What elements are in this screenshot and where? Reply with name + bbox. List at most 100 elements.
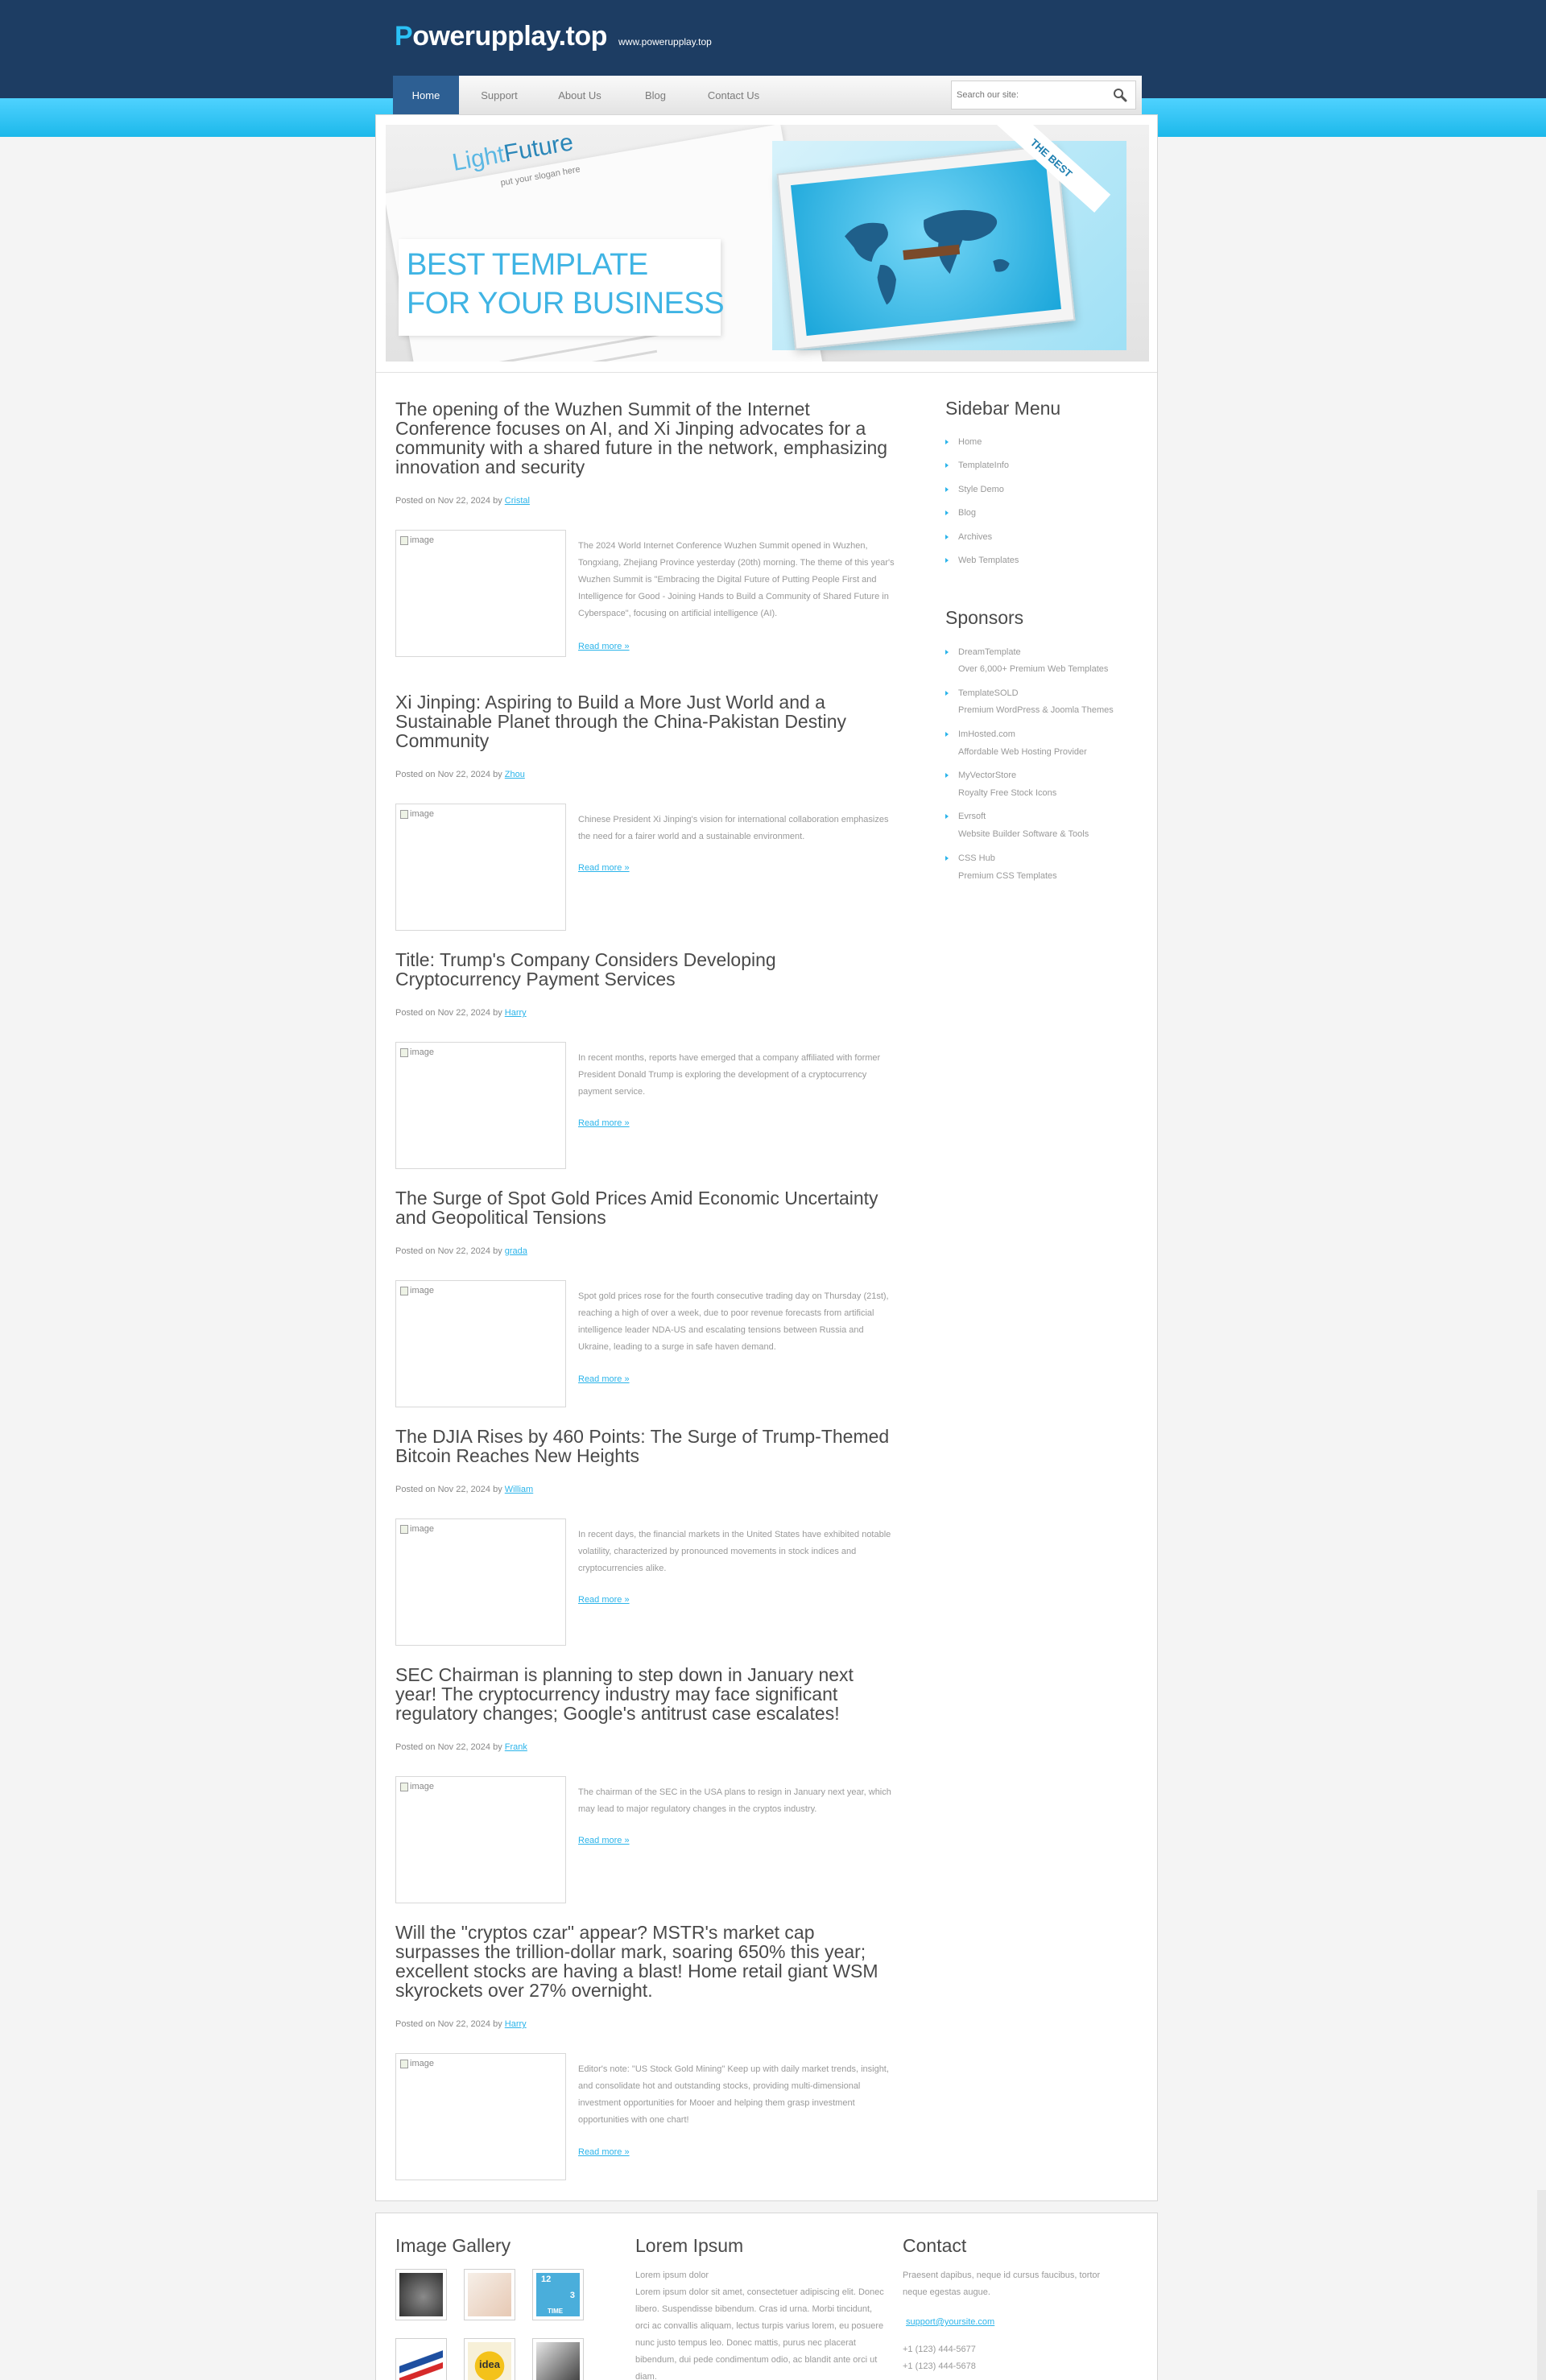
post-image[interactable]: image bbox=[395, 1776, 566, 1903]
post-meta: Posted on Nov 22, 2024 by William bbox=[395, 1485, 534, 1494]
post-image[interactable]: image bbox=[395, 1518, 566, 1646]
broken-image-icon: image bbox=[400, 535, 434, 545]
gallery-thumb[interactable] bbox=[464, 2269, 515, 2320]
post-title[interactable]: Will the "cryptos czar" appear? MSTR's m… bbox=[395, 1923, 895, 2000]
search-box bbox=[951, 81, 1136, 109]
post-meta: Posted on Nov 22, 2024 by Harry bbox=[395, 2019, 527, 2029]
read-more-link[interactable]: Read more » bbox=[578, 642, 630, 651]
contact-text: Praesent dapibus, neque id cursus faucib… bbox=[903, 2271, 1101, 2297]
post-title[interactable]: SEC Chairman is planning to step down in… bbox=[395, 1665, 895, 1723]
read-more-link[interactable]: Read more » bbox=[578, 2147, 630, 2157]
sidebar-item-home[interactable]: Home bbox=[945, 437, 982, 447]
read-more-link[interactable]: Read more » bbox=[578, 863, 630, 873]
sidebar-menu-title: Sidebar Menu bbox=[945, 398, 1061, 419]
logo-text: owerupplay.top bbox=[412, 21, 607, 52]
post-excerpt: In recent days, the financial markets in… bbox=[578, 1530, 891, 1573]
sponsor-description: Over 6,000+ Premium Web Templates bbox=[958, 664, 1109, 674]
post-author-link[interactable]: grada bbox=[505, 1246, 527, 1256]
read-more-link[interactable]: Read more » bbox=[578, 1118, 630, 1128]
bullet-arrow-icon bbox=[945, 773, 949, 778]
search-input[interactable] bbox=[952, 83, 1103, 107]
post-title[interactable]: The opening of the Wuzhen Summit of the … bbox=[395, 399, 895, 477]
post-excerpt: Spot gold prices rose for the fourth con… bbox=[578, 1291, 889, 1352]
post-image[interactable]: image bbox=[395, 1280, 566, 1407]
post-meta: Posted on Nov 22, 2024 by grada bbox=[395, 1246, 527, 1256]
gallery-thumb[interactable] bbox=[532, 2338, 584, 2380]
post-image[interactable]: image bbox=[395, 2053, 566, 2180]
sponsor-description: Royalty Free Stock Icons bbox=[958, 788, 1057, 798]
sidebar-item-style-demo[interactable]: Style Demo bbox=[945, 485, 1004, 494]
bullet-arrow-icon bbox=[945, 814, 949, 819]
nav-contact-us[interactable]: Contact Us bbox=[691, 76, 776, 114]
sponsor-link[interactable]: MyVectorStore bbox=[945, 771, 1016, 780]
sponsors-title: Sponsors bbox=[945, 607, 1024, 628]
contact-email-link[interactable]: support@yoursite.com bbox=[906, 2317, 994, 2327]
sidebar-item-web-templates[interactable]: Web Templates bbox=[945, 556, 1019, 565]
lorem-text-block: Lorem ipsum dolor Lorem ipsum dolor sit … bbox=[635, 2267, 885, 2380]
lorem-title: Lorem Ipsum bbox=[635, 2235, 744, 2256]
banner-screen-graphic bbox=[776, 144, 1076, 350]
idea-bulb-icon: idea bbox=[468, 2342, 511, 2380]
post-image[interactable]: image bbox=[395, 804, 566, 931]
post-author-link[interactable]: William bbox=[505, 1485, 533, 1494]
gallery-thumb[interactable]: 12 3 TIME bbox=[532, 2269, 584, 2320]
bullet-arrow-icon bbox=[945, 558, 949, 563]
post-excerpt: The 2024 World Internet Conference Wuzhe… bbox=[578, 541, 895, 618]
gallery-thumb[interactable]: idea bbox=[464, 2338, 515, 2380]
post-author-link[interactable]: Harry bbox=[505, 2019, 527, 2029]
post-author-link[interactable]: Harry bbox=[505, 1008, 527, 1018]
contact-phone: +1 (123) 444-5677 bbox=[903, 2345, 976, 2354]
sidebar-item-blog[interactable]: Blog bbox=[945, 508, 976, 518]
broken-image-icon: image bbox=[400, 1286, 434, 1295]
post-meta: Posted on Nov 22, 2024 by Harry bbox=[395, 1008, 527, 1018]
sponsor-description: Premium CSS Templates bbox=[958, 871, 1057, 881]
scrollbar[interactable] bbox=[1537, 2190, 1546, 2380]
post-author-link[interactable]: Zhou bbox=[505, 770, 525, 779]
read-more-link[interactable]: Read more » bbox=[578, 1595, 630, 1605]
sidebar-item-archives[interactable]: Archives bbox=[945, 532, 992, 542]
bullet-arrow-icon bbox=[945, 487, 949, 492]
read-more-link[interactable]: Read more » bbox=[578, 1374, 630, 1384]
post-author-link[interactable]: Cristal bbox=[505, 496, 530, 506]
banner-headline: BEST TEMPLATE FOR YOUR BUSINESS bbox=[407, 248, 725, 320]
broken-image-icon: image bbox=[400, 1782, 434, 1791]
post-image[interactable]: image bbox=[395, 1042, 566, 1169]
main-nav: Home Support About Us Blog Contact Us bbox=[393, 76, 1142, 114]
sponsor-description: Website Builder Software & Tools bbox=[958, 829, 1089, 839]
post-image[interactable]: image bbox=[395, 530, 566, 657]
broken-image-icon: image bbox=[400, 1047, 434, 1057]
post-title[interactable]: Title: Trump's Company Considers Develop… bbox=[395, 950, 895, 989]
sponsor-link[interactable]: TemplateSOLD bbox=[945, 688, 1019, 698]
search-button[interactable] bbox=[1108, 85, 1132, 105]
post-excerpt: Editor's note: "US Stock Gold Mining" Ke… bbox=[578, 2064, 889, 2125]
site-logo[interactable]: Powerupplay.top bbox=[395, 21, 607, 52]
broken-image-icon: image bbox=[400, 2059, 434, 2068]
post-author-link[interactable]: Frank bbox=[505, 1742, 527, 1752]
nav-about-us[interactable]: About Us bbox=[539, 76, 620, 114]
broken-image-icon: image bbox=[400, 809, 434, 819]
post-title[interactable]: Xi Jinping: Aspiring to Build a More Jus… bbox=[395, 692, 895, 750]
sponsor-link[interactable]: Evrsoft bbox=[945, 812, 986, 821]
bullet-arrow-icon bbox=[945, 535, 949, 539]
bullet-arrow-icon bbox=[945, 440, 949, 444]
contact-title: Contact bbox=[903, 2235, 967, 2256]
bullet-arrow-icon bbox=[945, 856, 949, 861]
gallery-thumb[interactable] bbox=[395, 2269, 447, 2320]
sponsor-link[interactable]: DreamTemplate bbox=[945, 647, 1021, 657]
sponsor-link[interactable]: CSS Hub bbox=[945, 853, 995, 863]
nav-blog[interactable]: Blog bbox=[620, 76, 691, 114]
post-excerpt: The chairman of the SEC in the USA plans… bbox=[578, 1787, 891, 1814]
gallery-thumb[interactable] bbox=[395, 2338, 447, 2380]
post-title[interactable]: The Surge of Spot Gold Prices Amid Econo… bbox=[395, 1188, 895, 1227]
post-title[interactable]: The DJIA Rises by 460 Points: The Surge … bbox=[395, 1427, 895, 1465]
clock-icon: 12 3 TIME bbox=[536, 2273, 580, 2316]
sidebar-item-templateinfo[interactable]: TemplateInfo bbox=[945, 461, 1009, 470]
read-more-link[interactable]: Read more » bbox=[578, 1836, 630, 1845]
lorem-heading: Lorem ipsum dolor bbox=[635, 2271, 709, 2280]
nav-support[interactable]: Support bbox=[459, 76, 539, 114]
nav-home[interactable]: Home bbox=[393, 76, 459, 114]
sponsor-link[interactable]: ImHosted.com bbox=[945, 729, 1015, 739]
gallery-title: Image Gallery bbox=[395, 2235, 511, 2256]
bullet-arrow-icon bbox=[945, 691, 949, 696]
post-excerpt: Chinese President Xi Jinping's vision fo… bbox=[578, 815, 889, 841]
